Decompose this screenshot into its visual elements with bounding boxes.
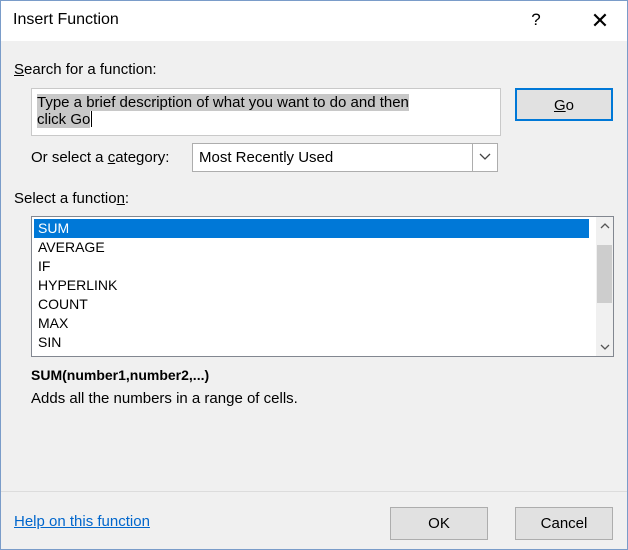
chevron-down-icon xyxy=(479,153,491,160)
function-list-item[interactable]: SUM xyxy=(34,219,589,238)
chevron-down-icon xyxy=(600,344,610,350)
scroll-thumb[interactable] xyxy=(597,245,612,303)
function-list-item[interactable]: MAX xyxy=(34,314,589,333)
title-bar: Insert Function ? ✕ xyxy=(1,1,627,41)
function-syntax: SUM(number1,number2,...) xyxy=(31,367,210,383)
cancel-button[interactable]: Cancel xyxy=(515,507,613,540)
text-caret xyxy=(91,111,93,127)
help-question-button[interactable]: ? xyxy=(526,10,546,32)
function-list-item[interactable]: COUNT xyxy=(34,295,589,314)
function-list-item[interactable]: HYPERLINK xyxy=(34,276,589,295)
category-dropdown-button[interactable] xyxy=(472,144,497,171)
dialog-title: Insert Function xyxy=(13,11,119,28)
scrollbar[interactable] xyxy=(596,217,613,356)
insert-function-dialog: Insert Function ? ✕ Search for a functio… xyxy=(0,0,628,550)
scroll-up-button[interactable] xyxy=(596,217,613,234)
footer-divider xyxy=(1,491,627,492)
function-list-label: Select a function: xyxy=(14,190,130,207)
scroll-down-button[interactable] xyxy=(596,339,613,356)
function-list-items: SUM AVERAGE IF HYPERLINK COUNT MAX SIN xyxy=(34,219,589,352)
help-on-function-link[interactable]: Help on this function xyxy=(14,513,150,530)
search-text-line1: Type a brief description of what you wan… xyxy=(37,94,409,111)
function-list-item[interactable]: SIN xyxy=(34,333,589,352)
ok-button[interactable]: OK xyxy=(390,507,488,540)
function-description: Adds all the numbers in a range of cells… xyxy=(31,390,298,407)
function-list-item[interactable]: IF xyxy=(34,257,589,276)
search-label: Search for a function: xyxy=(14,61,157,78)
search-text: Type a brief description of what you wan… xyxy=(37,94,492,128)
function-list-item[interactable]: AVERAGE xyxy=(34,238,589,257)
category-select[interactable]: Most Recently Used xyxy=(192,143,498,172)
go-button[interactable]: Go xyxy=(515,88,613,121)
function-list[interactable]: SUM AVERAGE IF HYPERLINK COUNT MAX SIN xyxy=(31,216,614,357)
category-label: Or select a category: xyxy=(31,149,170,166)
chevron-up-icon xyxy=(600,223,610,229)
close-button[interactable]: ✕ xyxy=(587,9,613,33)
search-input[interactable]: Type a brief description of what you wan… xyxy=(31,88,501,136)
search-label-accel: S xyxy=(14,61,25,78)
search-text-line2: click Go xyxy=(37,111,91,128)
category-selected-value: Most Recently Used xyxy=(199,149,334,166)
